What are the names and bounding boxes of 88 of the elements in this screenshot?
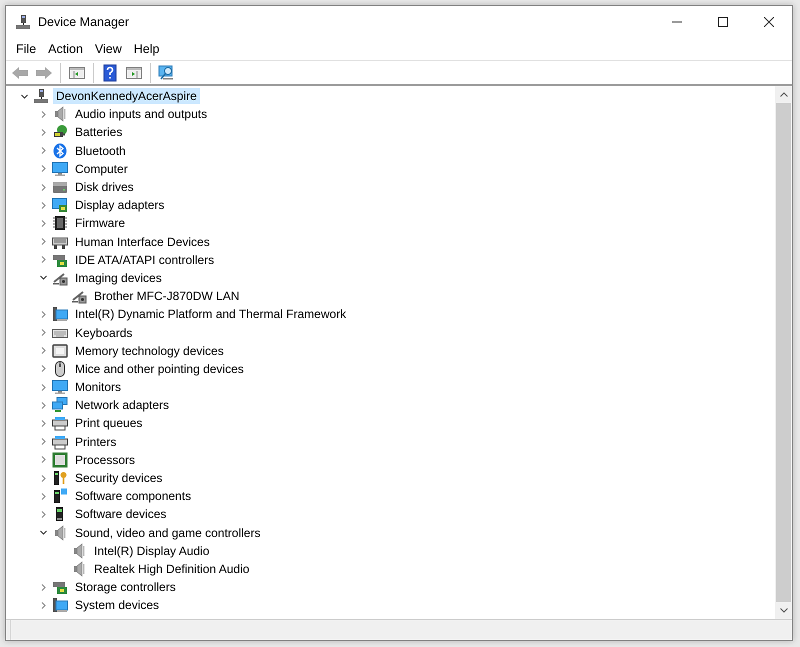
expand-chevron[interactable] [38, 437, 48, 446]
menu-item[interactable]: Action [42, 38, 89, 60]
expand-chevron[interactable] [38, 510, 48, 519]
key-icon [52, 470, 68, 486]
speaker-icon [52, 524, 68, 541]
collapse-chevron[interactable] [38, 528, 48, 538]
tree-item[interactable]: Disk drives [72, 179, 137, 196]
tree-item[interactable]: Computer [72, 160, 131, 177]
tree-item[interactable]: Mice and other pointing devices [72, 360, 247, 377]
speaker-icon [71, 542, 87, 559]
disk-drive-icon [52, 179, 68, 196]
network-tower-icon [33, 88, 49, 104]
speaker-icon [52, 106, 68, 122]
scroll-up-icon[interactable] [780, 92, 788, 97]
menu-item[interactable]: Help [128, 38, 166, 60]
expand-chevron[interactable] [38, 237, 48, 246]
tree-item[interactable]: Sound, video and game controllers [72, 524, 264, 541]
expand-chevron[interactable] [38, 182, 48, 192]
tree-item[interactable]: Brother MFC-J870DW LAN [91, 288, 242, 304]
scroll-down-icon[interactable] [780, 608, 788, 613]
tree-item[interactable]: Imaging devices [72, 270, 165, 286]
collapse-chevron[interactable] [20, 92, 28, 101]
collapse-chevron[interactable] [38, 273, 48, 282]
expand-chevron[interactable] [38, 382, 48, 392]
tree-item[interactable]: Security devices [72, 470, 166, 486]
menu-item[interactable]: View [88, 38, 128, 60]
tree-item[interactable]: Software components [72, 488, 194, 504]
tree-item[interactable]: DevonKennedyAcerAspire [53, 88, 200, 104]
tree-item[interactable]: Human Interface Devices [72, 234, 213, 250]
tree-item[interactable]: Firmware [72, 215, 128, 232]
expand-chevron[interactable] [38, 218, 48, 228]
window-title: Device Manager [38, 14, 130, 31]
tree-item[interactable]: Network adapters [72, 397, 172, 414]
expand-chevron[interactable] [38, 492, 48, 501]
expand-chevron[interactable] [38, 346, 48, 356]
system-icon [52, 306, 68, 322]
monitor-icon [52, 160, 68, 177]
scrollbar[interactable] [775, 86, 792, 619]
speaker-icon [71, 560, 87, 577]
tree-item[interactable]: Software devices [72, 506, 170, 522]
expand-chevron[interactable] [38, 164, 48, 174]
expand-chevron[interactable] [38, 110, 48, 119]
tree-item[interactable]: Memory technology devices [72, 342, 227, 359]
expand-chevron[interactable] [38, 582, 48, 592]
tree-item[interactable]: Processors [72, 452, 138, 468]
tree-item[interactable]: Storage controllers [72, 579, 179, 596]
app-icon [15, 14, 31, 30]
tree-item[interactable]: Intel(R) Display Audio [91, 542, 212, 559]
expand-chevron[interactable] [38, 418, 48, 428]
printer-icon [52, 434, 68, 450]
mouse-icon [52, 360, 68, 377]
tree-item[interactable]: Keyboards [72, 324, 136, 341]
expand-chevron[interactable] [38, 200, 48, 210]
expand-chevron[interactable] [38, 255, 48, 264]
processor-icon [52, 452, 68, 468]
expand-chevron[interactable] [38, 600, 48, 610]
monitor-icon [52, 379, 68, 396]
tree-item[interactable]: Print queues [72, 415, 146, 432]
expand-chevron[interactable] [38, 146, 48, 156]
memory-card-icon [52, 342, 68, 359]
tree-item[interactable]: Audio inputs and outputs [72, 106, 210, 122]
tree-item[interactable]: System devices [72, 597, 162, 614]
circuit-board-icon [52, 579, 68, 596]
tree-item[interactable]: Bluetooth [72, 142, 129, 159]
system-icon [52, 597, 68, 614]
tree-item[interactable]: Realtek High Definition Audio [91, 560, 252, 577]
bluetooth-icon [52, 142, 68, 159]
expand-chevron[interactable] [38, 364, 48, 374]
expand-chevron[interactable] [38, 400, 48, 410]
printer-icon [52, 415, 68, 432]
close-icon [764, 17, 774, 27]
tree-item[interactable]: Monitors [72, 379, 124, 396]
expand-chevron[interactable] [38, 474, 48, 483]
tree-item[interactable]: Printers [72, 434, 120, 450]
tree-item[interactable]: Intel(R) Dynamic Platform and Thermal Framework [72, 306, 350, 322]
tree-item[interactable]: IDE ATA/ATAPI controllers [72, 252, 218, 268]
maximize-icon [718, 17, 728, 27]
expand-chevron[interactable] [38, 455, 48, 464]
tower-icon [52, 488, 68, 504]
menu-item[interactable]: File [10, 38, 42, 60]
expand-chevron[interactable] [38, 310, 48, 319]
tree-item[interactable]: Batteries [72, 124, 126, 140]
chip-icon [52, 215, 68, 232]
expand-chevron[interactable] [38, 128, 48, 137]
graphics-card-icon [52, 197, 68, 214]
expand-chevron[interactable] [38, 328, 48, 338]
tree-item[interactable]: Display adapters [72, 197, 168, 214]
network-icon [52, 397, 68, 414]
